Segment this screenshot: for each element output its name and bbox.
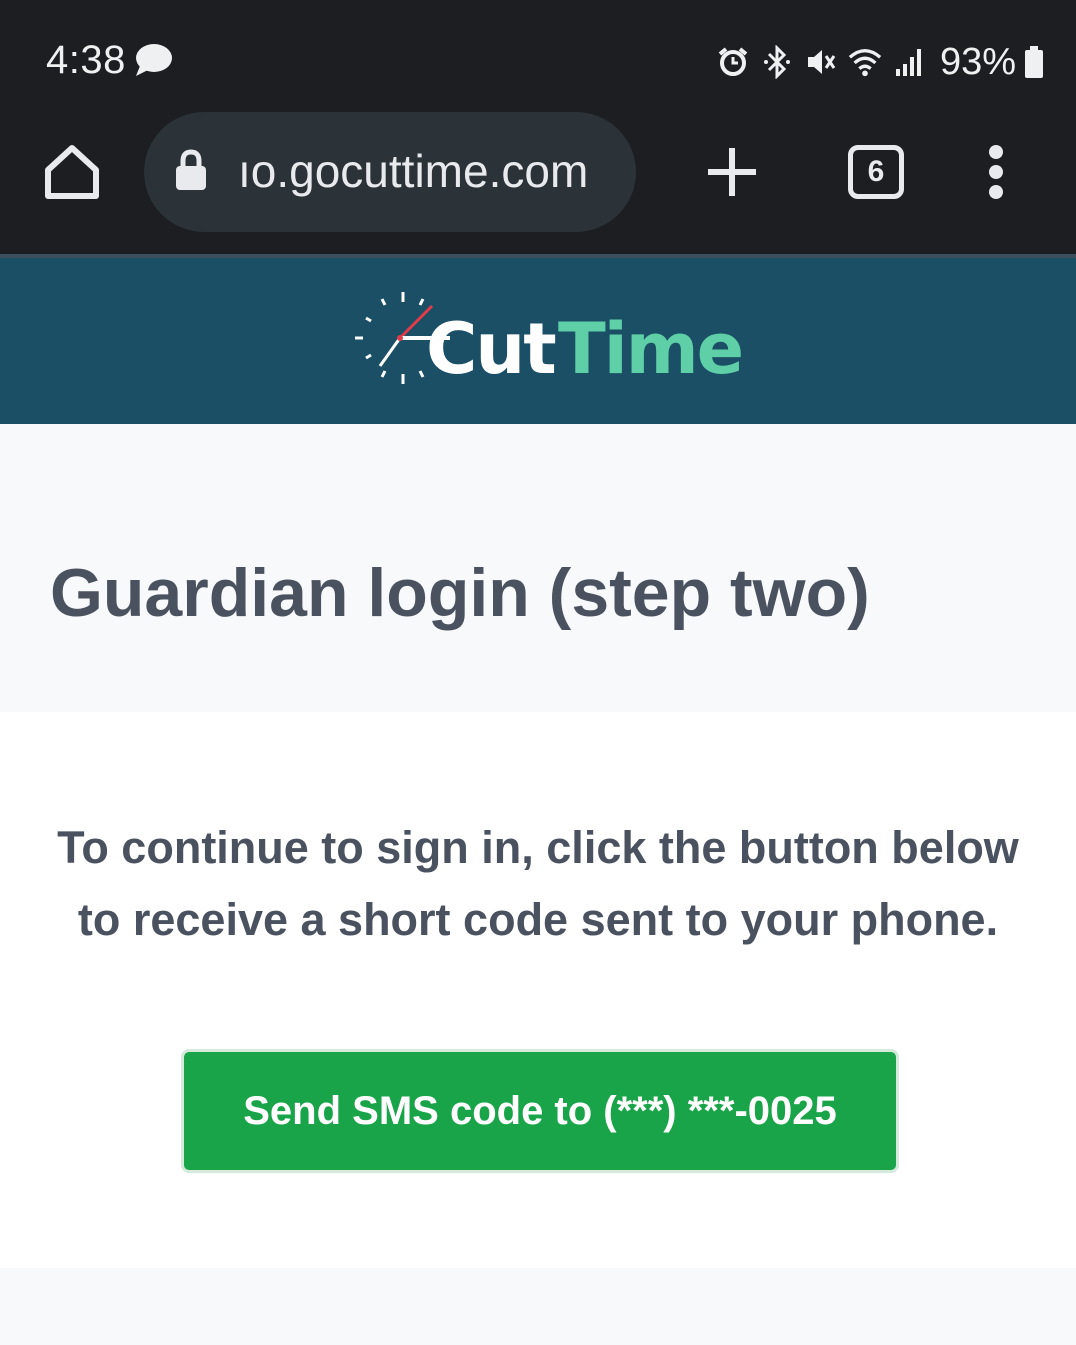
brand-header: Cut Time [0, 258, 1076, 424]
login-content: To continue to sign in, click the button… [0, 712, 1076, 1268]
lock-icon[interactable] [174, 148, 208, 192]
status-bar: 4:38 93% [0, 0, 1076, 112]
send-sms-code-button[interactable]: Send SMS code to (***) ***-0025 [181, 1049, 899, 1173]
url-bar[interactable]: ıo.gocuttime.com [144, 112, 636, 232]
browser-toolbar: ıo.gocuttime.com 6 [0, 112, 1076, 256]
battery-percent: 93% [939, 40, 1016, 83]
alarm-icon [716, 45, 750, 79]
status-time: 4:38 [46, 38, 126, 82]
cuttime-logo[interactable]: Cut Time [350, 286, 744, 396]
bluetooth-icon [760, 45, 794, 79]
page-footer [0, 1268, 1076, 1345]
battery-icon [1022, 45, 1046, 79]
logo-text-cut: Cut [426, 308, 557, 390]
status-icons: 93% [716, 38, 1046, 86]
url-text[interactable]: ıo.gocuttime.com [238, 144, 618, 198]
tabs-icon[interactable]: 6 [848, 145, 904, 199]
title-section: Guardian login (step two) [0, 424, 1076, 712]
logo-text-time: Time [558, 308, 744, 390]
instructions-text: To continue to sign in, click the button… [57, 822, 1019, 945]
page-title: Guardian login (step two) [50, 555, 870, 631]
more-vert-icon[interactable] [976, 142, 1016, 202]
wifi-icon [848, 45, 882, 79]
signal-icon [892, 45, 926, 79]
chat-bubble-icon [134, 42, 174, 78]
plus-icon[interactable] [704, 144, 760, 200]
mute-icon [804, 45, 838, 79]
home-icon[interactable] [40, 140, 104, 204]
